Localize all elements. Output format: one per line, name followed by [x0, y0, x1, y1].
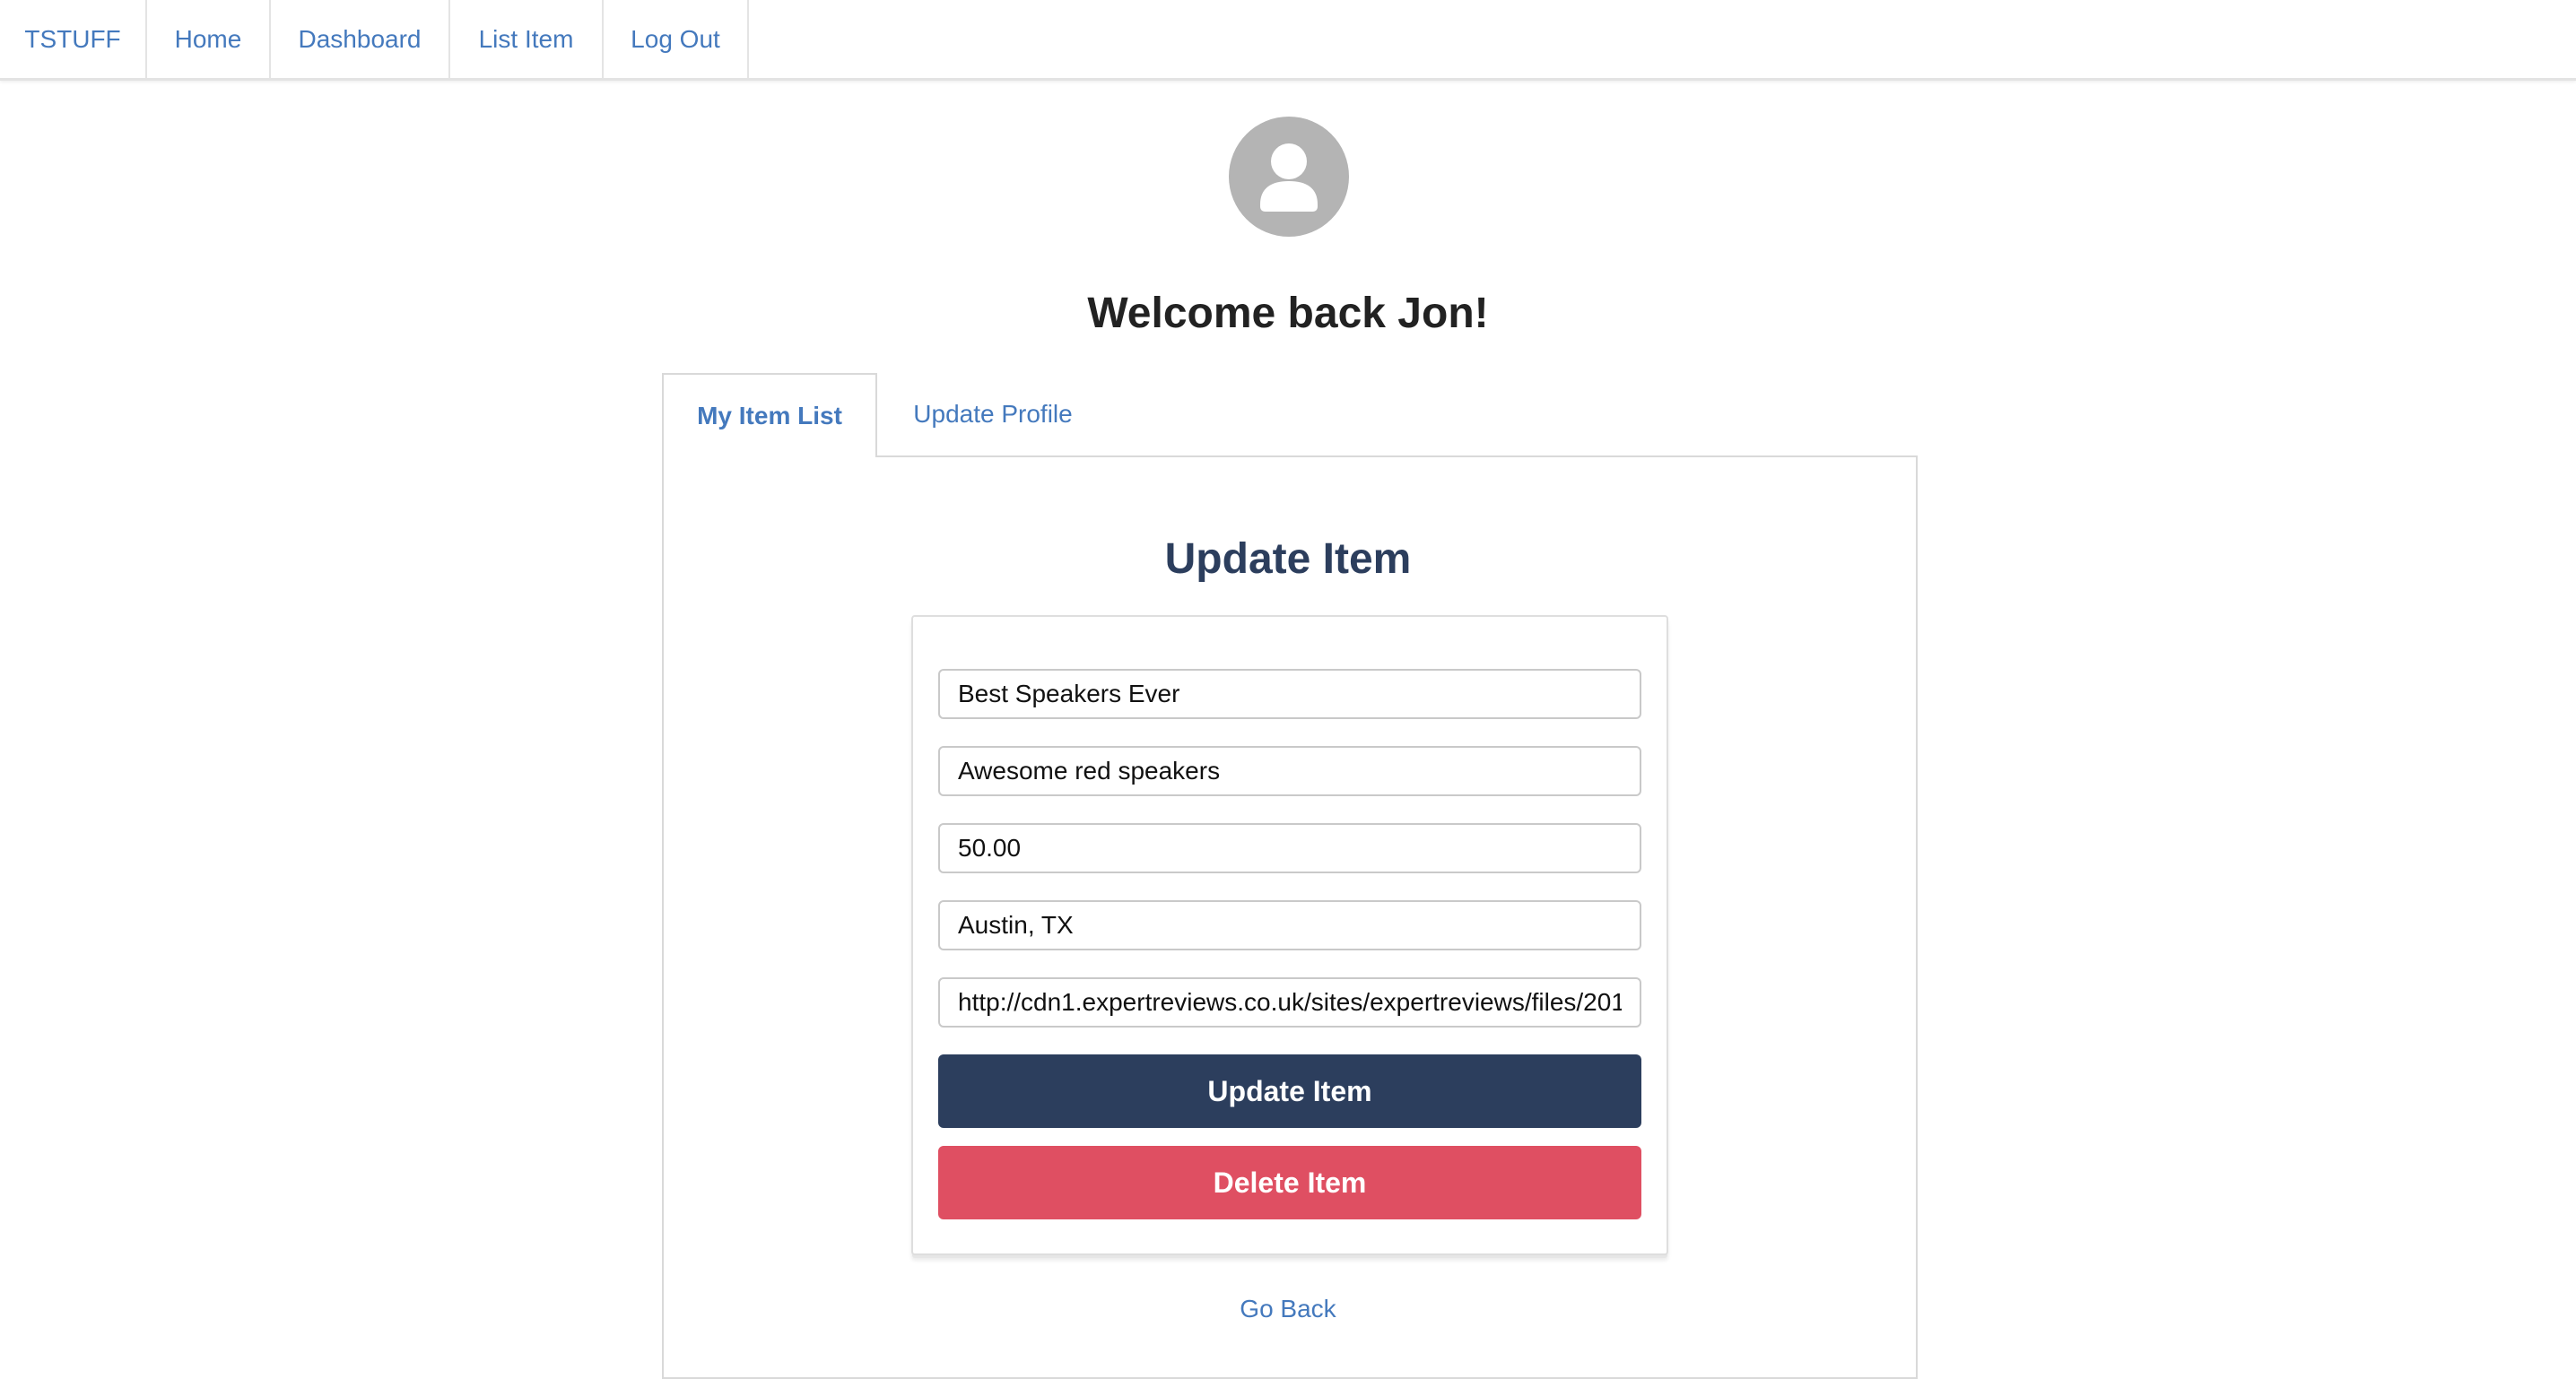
item-price-input[interactable] [938, 823, 1641, 873]
go-back-row: Go Back [0, 1295, 2576, 1323]
welcome-heading: Welcome back Jon! [1087, 290, 1489, 337]
nav-item-list-item[interactable]: List Item [450, 0, 604, 78]
form-title: Update Item [1164, 535, 1412, 583]
avatar [1229, 117, 1349, 237]
item-name-input[interactable] [938, 669, 1641, 719]
item-location-input[interactable] [938, 900, 1641, 950]
nav-item-home[interactable]: Home [147, 0, 271, 78]
nav-item-dashboard[interactable]: Dashboard [271, 0, 450, 78]
item-image-url-input[interactable] [938, 977, 1641, 1028]
delete-item-button[interactable]: Delete Item [938, 1146, 1641, 1219]
user-avatar-icon [1260, 143, 1318, 212]
nav-item-log-out[interactable]: Log Out [604, 0, 749, 78]
update-item-button[interactable]: Update Item [938, 1054, 1641, 1128]
top-navbar: TSTUFF Home Dashboard List Item Log Out [0, 0, 2576, 81]
tab-update-profile[interactable]: Update Profile [879, 373, 1107, 455]
go-back-link[interactable]: Go Back [1240, 1295, 1336, 1323]
tab-my-item-list[interactable]: My Item List [662, 373, 877, 457]
nav-brand-link[interactable]: TSTUFF [0, 0, 147, 78]
item-description-input[interactable] [938, 746, 1641, 796]
